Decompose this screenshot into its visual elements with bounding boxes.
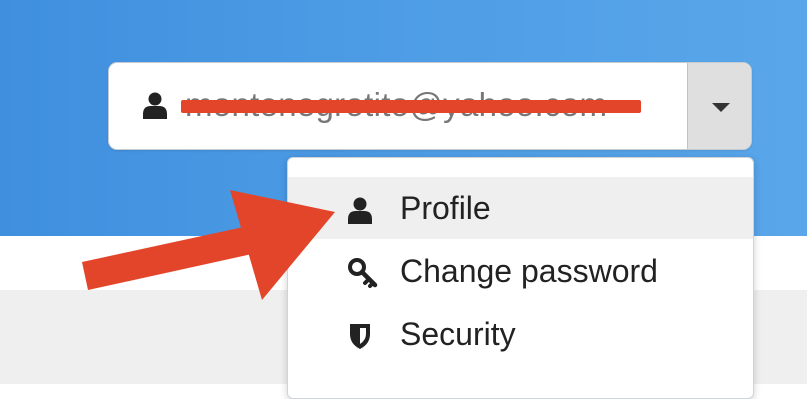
menu-item-label: Security xyxy=(400,316,516,352)
menu-item-label: Profile xyxy=(400,190,491,226)
user-icon xyxy=(143,92,167,124)
menu-item-security[interactable]: Security xyxy=(288,303,753,365)
user-dropdown-menu: Profile Change password Security xyxy=(287,157,754,399)
dropdown-toggle-button[interactable] xyxy=(687,63,751,149)
caret-down-icon xyxy=(712,103,730,112)
key-icon xyxy=(348,258,378,296)
user-icon xyxy=(348,195,372,232)
redaction-mark xyxy=(181,100,641,113)
menu-item-label: Change password xyxy=(400,253,658,289)
user-account-dropdown[interactable]: montenegrotito@yahoo.com xyxy=(108,62,752,150)
menu-item-profile[interactable]: Profile xyxy=(288,177,753,239)
shield-icon xyxy=(348,321,372,358)
account-display[interactable]: montenegrotito@yahoo.com xyxy=(109,63,687,149)
menu-item-change-password[interactable]: Change password xyxy=(288,240,753,302)
